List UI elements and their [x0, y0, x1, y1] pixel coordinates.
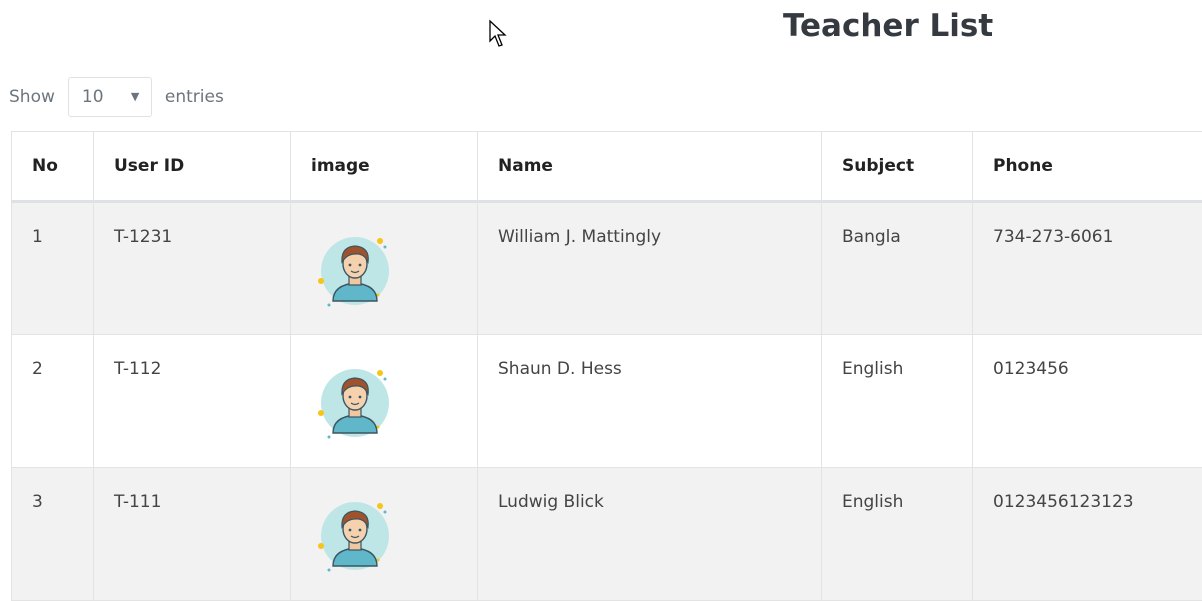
cell-phone: 734-273-6061: [973, 202, 1202, 335]
table-header-row: No User ID image Name Subject Phone: [12, 132, 1202, 202]
table-row: 1 T-1231 William J. Mattingly Bangla 734…: [12, 202, 1202, 335]
entries-select[interactable]: 10 ▼: [68, 77, 152, 117]
cell-user-id: T-1231: [94, 202, 291, 335]
column-header-phone[interactable]: Phone: [973, 132, 1202, 202]
cell-phone: 0123456123123: [973, 468, 1202, 601]
column-header-no[interactable]: No: [12, 132, 94, 202]
cell-no: 3: [12, 468, 94, 601]
show-label: Show: [9, 87, 55, 107]
table-row: 3 T-111 Ludwig Blick English 01234561231…: [12, 468, 1202, 601]
cell-no: 1: [12, 202, 94, 335]
entries-length-control: Show 10 ▼ entries: [9, 76, 224, 118]
entries-select-value: 10: [82, 87, 104, 107]
mouse-cursor-icon: [488, 19, 508, 49]
avatar-icon: [317, 494, 397, 574]
avatar-icon: [317, 229, 397, 309]
cell-user-id: T-112: [94, 335, 291, 468]
cell-name: William J. Mattingly: [478, 202, 822, 335]
entries-label: entries: [165, 87, 224, 107]
cell-subject: Bangla: [822, 202, 973, 335]
cell-image: [291, 335, 478, 468]
avatar-icon: [317, 361, 397, 441]
cell-name: Shaun D. Hess: [478, 335, 822, 468]
cell-image: [291, 202, 478, 335]
dropdown-caret-icon: ▼: [131, 90, 139, 103]
column-header-user-id[interactable]: User ID: [94, 132, 291, 202]
column-header-name[interactable]: Name: [478, 132, 822, 202]
column-header-image[interactable]: image: [291, 132, 478, 202]
page-title: Teacher List: [783, 8, 993, 44]
cell-subject: English: [822, 335, 973, 468]
cell-subject: English: [822, 468, 973, 601]
cell-user-id: T-111: [94, 468, 291, 601]
cell-phone: 0123456: [973, 335, 1202, 468]
table-row: 2 T-112 Shaun D. Hess English 0123456: [12, 335, 1202, 468]
cell-name: Ludwig Blick: [478, 468, 822, 601]
cell-image: [291, 468, 478, 601]
cell-no: 2: [12, 335, 94, 468]
column-header-subject[interactable]: Subject: [822, 132, 973, 202]
teacher-table: No User ID image Name Subject Phone 1 T-…: [11, 131, 1202, 601]
